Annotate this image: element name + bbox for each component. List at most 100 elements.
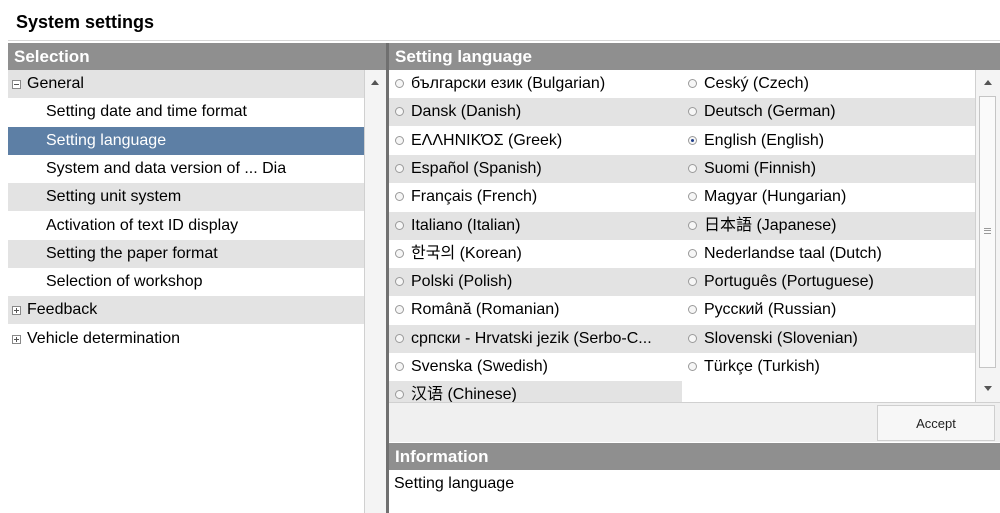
language-option[interactable]: Español (Spanish): [389, 154, 682, 183]
language-option[interactable]: 한국의 (Korean): [389, 240, 682, 268]
radio-button-icon[interactable]: [395, 248, 404, 258]
language-scrollbar[interactable]: [975, 70, 1000, 402]
tree-scrollbar[interactable]: [364, 70, 386, 513]
radio-button-icon[interactable]: [688, 333, 697, 343]
language-option[interactable]: Română (Romanian): [389, 296, 682, 324]
tree-item[interactable]: Setting unit system: [8, 183, 364, 212]
language-label: српски - Hrvatski jezik (Serbo-C...: [411, 329, 652, 347]
language-label: Svenska (Swedish): [411, 358, 548, 375]
tree-item[interactable]: Setting date and time format: [8, 98, 364, 126]
language-label: Русский (Russian): [704, 301, 837, 319]
tree-item[interactable]: Feedback: [8, 296, 364, 325]
arrow-up-icon[interactable]: [371, 80, 379, 85]
language-label: English (English): [704, 131, 825, 149]
minus-box-icon[interactable]: [12, 80, 21, 89]
accept-button[interactable]: Accept: [877, 405, 995, 441]
language-label: Deutsch (German): [704, 103, 836, 121]
language-option[interactable]: Русский (Russian): [682, 296, 975, 324]
scrollbar-thumb[interactable]: [979, 96, 996, 368]
language-option[interactable]: Português (Portuguese): [682, 268, 975, 297]
tree-item[interactable]: Activation of text ID display: [8, 212, 364, 240]
radio-button-icon[interactable]: [395, 220, 404, 230]
radio-button-icon[interactable]: [688, 192, 697, 202]
radio-button-icon[interactable]: [395, 362, 404, 371]
language-list: български език (Bulgarian) Ceský (Czech) D…: [389, 70, 1000, 402]
language-option[interactable]: Polski (Polish): [389, 268, 682, 297]
language-option[interactable]: Svenska (Swedish): [389, 353, 682, 381]
tree-item[interactable]: Setting the paper format: [8, 239, 364, 268]
tree-item[interactable]: Setting language: [8, 126, 364, 155]
language-option[interactable]: Français (French): [389, 183, 682, 211]
language-option[interactable]: 日本語 (Japanese): [682, 211, 975, 240]
language-label: Magyar (Hungarian): [704, 188, 847, 206]
language-option[interactable]: български език (Bulgarian): [389, 70, 682, 98]
radio-button-icon[interactable]: [395, 305, 404, 315]
plus-box-icon[interactable]: [12, 334, 21, 344]
plus-box-icon[interactable]: [12, 306, 21, 316]
information-text: Setting language: [394, 475, 515, 492]
language-label: Ceský (Czech): [704, 75, 809, 92]
window-title: System settings: [16, 12, 155, 32]
language-option[interactable]: Deutsch (German): [682, 98, 975, 127]
language-option[interactable]: English (English): [682, 127, 975, 155]
radio-button-icon[interactable]: [688, 79, 697, 88]
radio-button-icon[interactable]: [395, 107, 404, 117]
language-label: 汉语 (Chinese): [411, 386, 517, 402]
language-label: Slovenski (Slovenian): [704, 329, 858, 347]
selection-tree: General Setting date and time format Setti…: [8, 70, 386, 513]
tree-item[interactable]: General: [8, 70, 364, 98]
radio-button-icon[interactable]: [688, 362, 697, 371]
radio-button-icon[interactable]: [395, 79, 404, 88]
language-label: Polski (Polish): [411, 273, 513, 291]
radio-button-icon[interactable]: [395, 390, 404, 400]
tree-item-label: System and data version of ... Dia: [46, 159, 287, 177]
radio-button-icon[interactable]: [688, 305, 697, 315]
language-label: Italiano (Italian): [411, 216, 521, 234]
tree-item-label: Setting unit system: [46, 188, 182, 206]
radio-button-icon[interactable]: [688, 163, 697, 173]
radio-button-icon[interactable]: [395, 135, 404, 145]
radio-button-icon[interactable]: [688, 277, 697, 287]
radio-button-icon[interactable]: [395, 192, 404, 202]
language-label: Français (French): [411, 188, 538, 206]
grip-icon: [984, 228, 991, 234]
tree-item-label: Setting the paper format: [46, 244, 218, 262]
radio-button-icon[interactable]: [688, 107, 697, 117]
language-option[interactable]: Nederlandse taal (Dutch): [682, 240, 975, 268]
setting-language-header: Setting language: [389, 43, 1000, 70]
title-bar: System settings: [8, 0, 1000, 41]
tree-item-label: Setting language: [46, 131, 167, 149]
tree-item[interactable]: System and data version of ... Dia: [8, 155, 364, 183]
language-label: Suomi (Finnish): [704, 159, 817, 177]
language-option[interactable]: 汉语 (Chinese): [389, 381, 682, 402]
information-header: Information: [389, 443, 1000, 470]
language-option[interactable]: Dansk (Danish): [389, 98, 682, 127]
selection-header: Selection: [8, 43, 386, 70]
language-option[interactable]: Italiano (Italian): [389, 211, 682, 240]
language-option[interactable]: Slovenski (Slovenian): [682, 324, 975, 353]
language-option[interactable]: ΕΛΛΗΝΙΚΌΣ (Greek): [389, 127, 682, 155]
arrow-down-icon[interactable]: [984, 386, 992, 391]
language-option[interactable]: Suomi (Finnish): [682, 154, 975, 183]
language-option[interactable]: Türkçe (Turkish): [682, 353, 975, 381]
radio-button-icon[interactable]: [395, 333, 404, 343]
tree-item-label: Vehicle determination: [27, 329, 180, 347]
radio-button-icon[interactable]: [395, 163, 404, 173]
tree-item-label: Selection of workshop: [46, 273, 203, 291]
radio-button-icon[interactable]: [395, 277, 404, 287]
radio-button-icon[interactable]: [688, 135, 697, 145]
language-option[interactable]: Magyar (Hungarian): [682, 183, 975, 211]
tree-item[interactable]: Vehicle determination: [8, 325, 364, 353]
system-settings-window: System settings Selection Setting langua…: [8, 0, 1000, 513]
language-label: 日本語 (Japanese): [704, 216, 837, 234]
tree-item-label: Setting date and time format: [46, 103, 247, 121]
language-label: Türkçe (Turkish): [704, 358, 820, 375]
language-option[interactable]: српски - Hrvatski jezik (Serbo-C...: [389, 324, 682, 353]
radio-button-icon[interactable]: [688, 248, 697, 258]
language-option[interactable]: Ceský (Czech): [682, 70, 975, 98]
language-label: Nederlandse taal (Dutch): [704, 244, 882, 262]
language-label: 한국의 (Korean): [411, 244, 522, 262]
arrow-up-icon[interactable]: [984, 80, 992, 85]
radio-button-icon[interactable]: [688, 220, 697, 230]
tree-item[interactable]: Selection of workshop: [8, 268, 364, 296]
